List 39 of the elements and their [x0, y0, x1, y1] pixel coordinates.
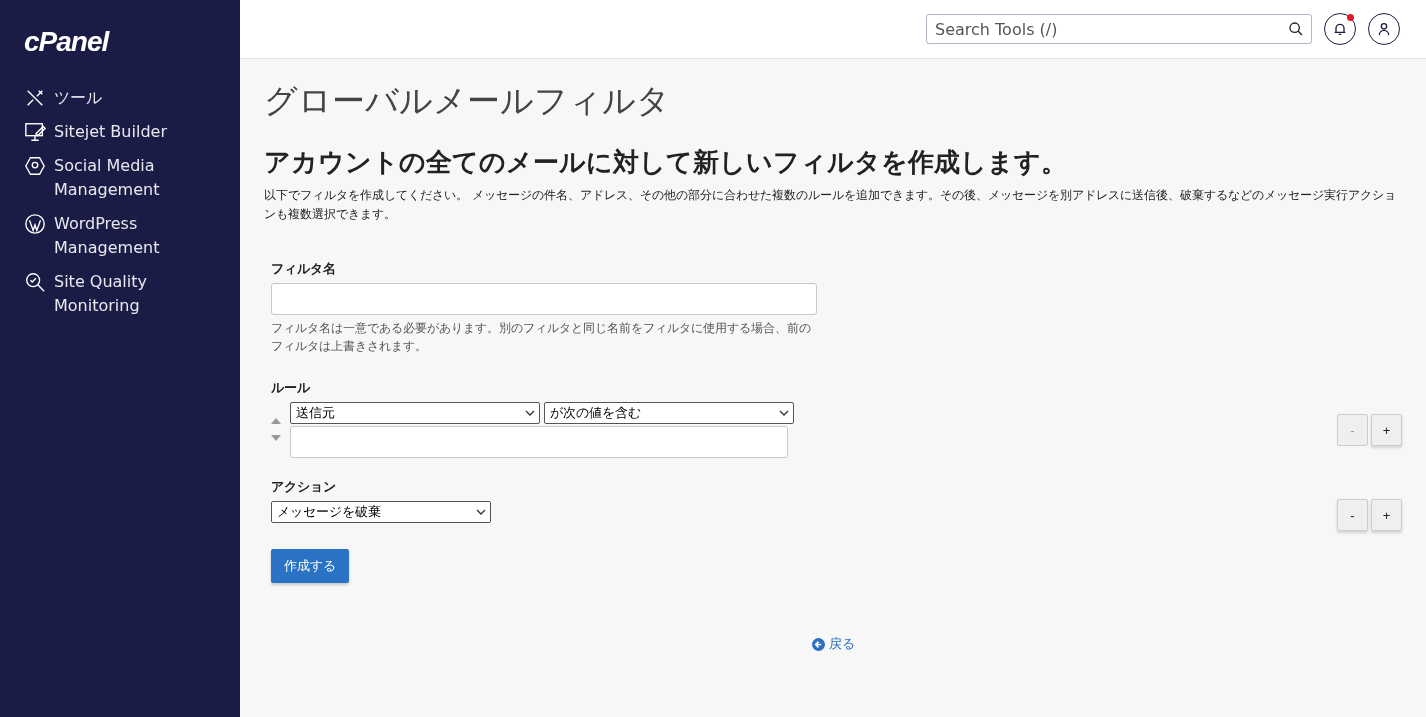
monitor-icon: [24, 121, 46, 143]
page-heading: アカウントの全てのメールに対して新しいフィルタを作成します。: [264, 146, 1068, 179]
rules-label: ルール: [271, 379, 311, 397]
wordpress-icon: [24, 213, 46, 235]
sidebar-item[interactable]: Sitejet Builder: [0, 116, 240, 150]
rule-value-field[interactable]: [290, 426, 788, 458]
notifications-button[interactable]: [1324, 13, 1356, 45]
cpanel-logo[interactable]: cPanel: [24, 26, 109, 58]
user-button[interactable]: [1368, 13, 1400, 45]
remove-action-button[interactable]: -: [1337, 499, 1368, 531]
rule-part-select[interactable]: 送信元: [290, 402, 540, 424]
magnifier-icon: [24, 271, 46, 293]
rule-condition-select[interactable]: が次の値を含む: [544, 402, 794, 424]
caret-icon: [476, 509, 486, 515]
filter-name-label: フィルタ名: [271, 260, 337, 278]
filter-name-help: フィルタ名は一意である必要があります。別のフィルタと同じ名前をフィルタに使用する場合、前のフィルタは上書きされます。: [271, 320, 812, 355]
page-title: グローバルメールフィルタ: [264, 80, 671, 122]
search-icon: [1288, 21, 1304, 37]
caret-icon: [779, 410, 789, 416]
move-up-icon[interactable]: [271, 418, 281, 424]
create-button[interactable]: 作成する: [271, 549, 349, 583]
back-link[interactable]: 戻る: [811, 635, 855, 653]
page-description: 以下でフィルタを作成してください。 メッセージの件名、アドレス、その他の部分に合わせた複数のルールを追加できます。その後、メッセージを別アドレスに送信後、破棄するなどのメッセージ実行アクションも複数選択できます。: [264, 187, 1397, 223]
back-arrow-icon: [811, 637, 825, 651]
action-select[interactable]: メッセージを破棄: [271, 501, 491, 523]
add-rule-button[interactable]: +: [1371, 414, 1402, 446]
sidebar-item[interactable]: Social Media Management: [0, 150, 240, 208]
caret-icon: [525, 410, 535, 416]
filter-name-field[interactable]: [271, 283, 817, 315]
actions-label: アクション: [271, 478, 337, 496]
move-down-icon[interactable]: [271, 435, 281, 441]
sidebar-item[interactable]: Site Quality Monitoring: [0, 266, 240, 324]
sidebar-item[interactable]: WordPress Management: [0, 208, 240, 266]
sidebar-item[interactable]: ツール: [0, 82, 240, 116]
add-action-button[interactable]: +: [1371, 499, 1402, 531]
search-field[interactable]: Search Tools (/): [926, 14, 1312, 44]
bell-icon: [1332, 21, 1348, 37]
hexagon-icon: [24, 155, 46, 177]
user-icon: [1376, 21, 1392, 37]
